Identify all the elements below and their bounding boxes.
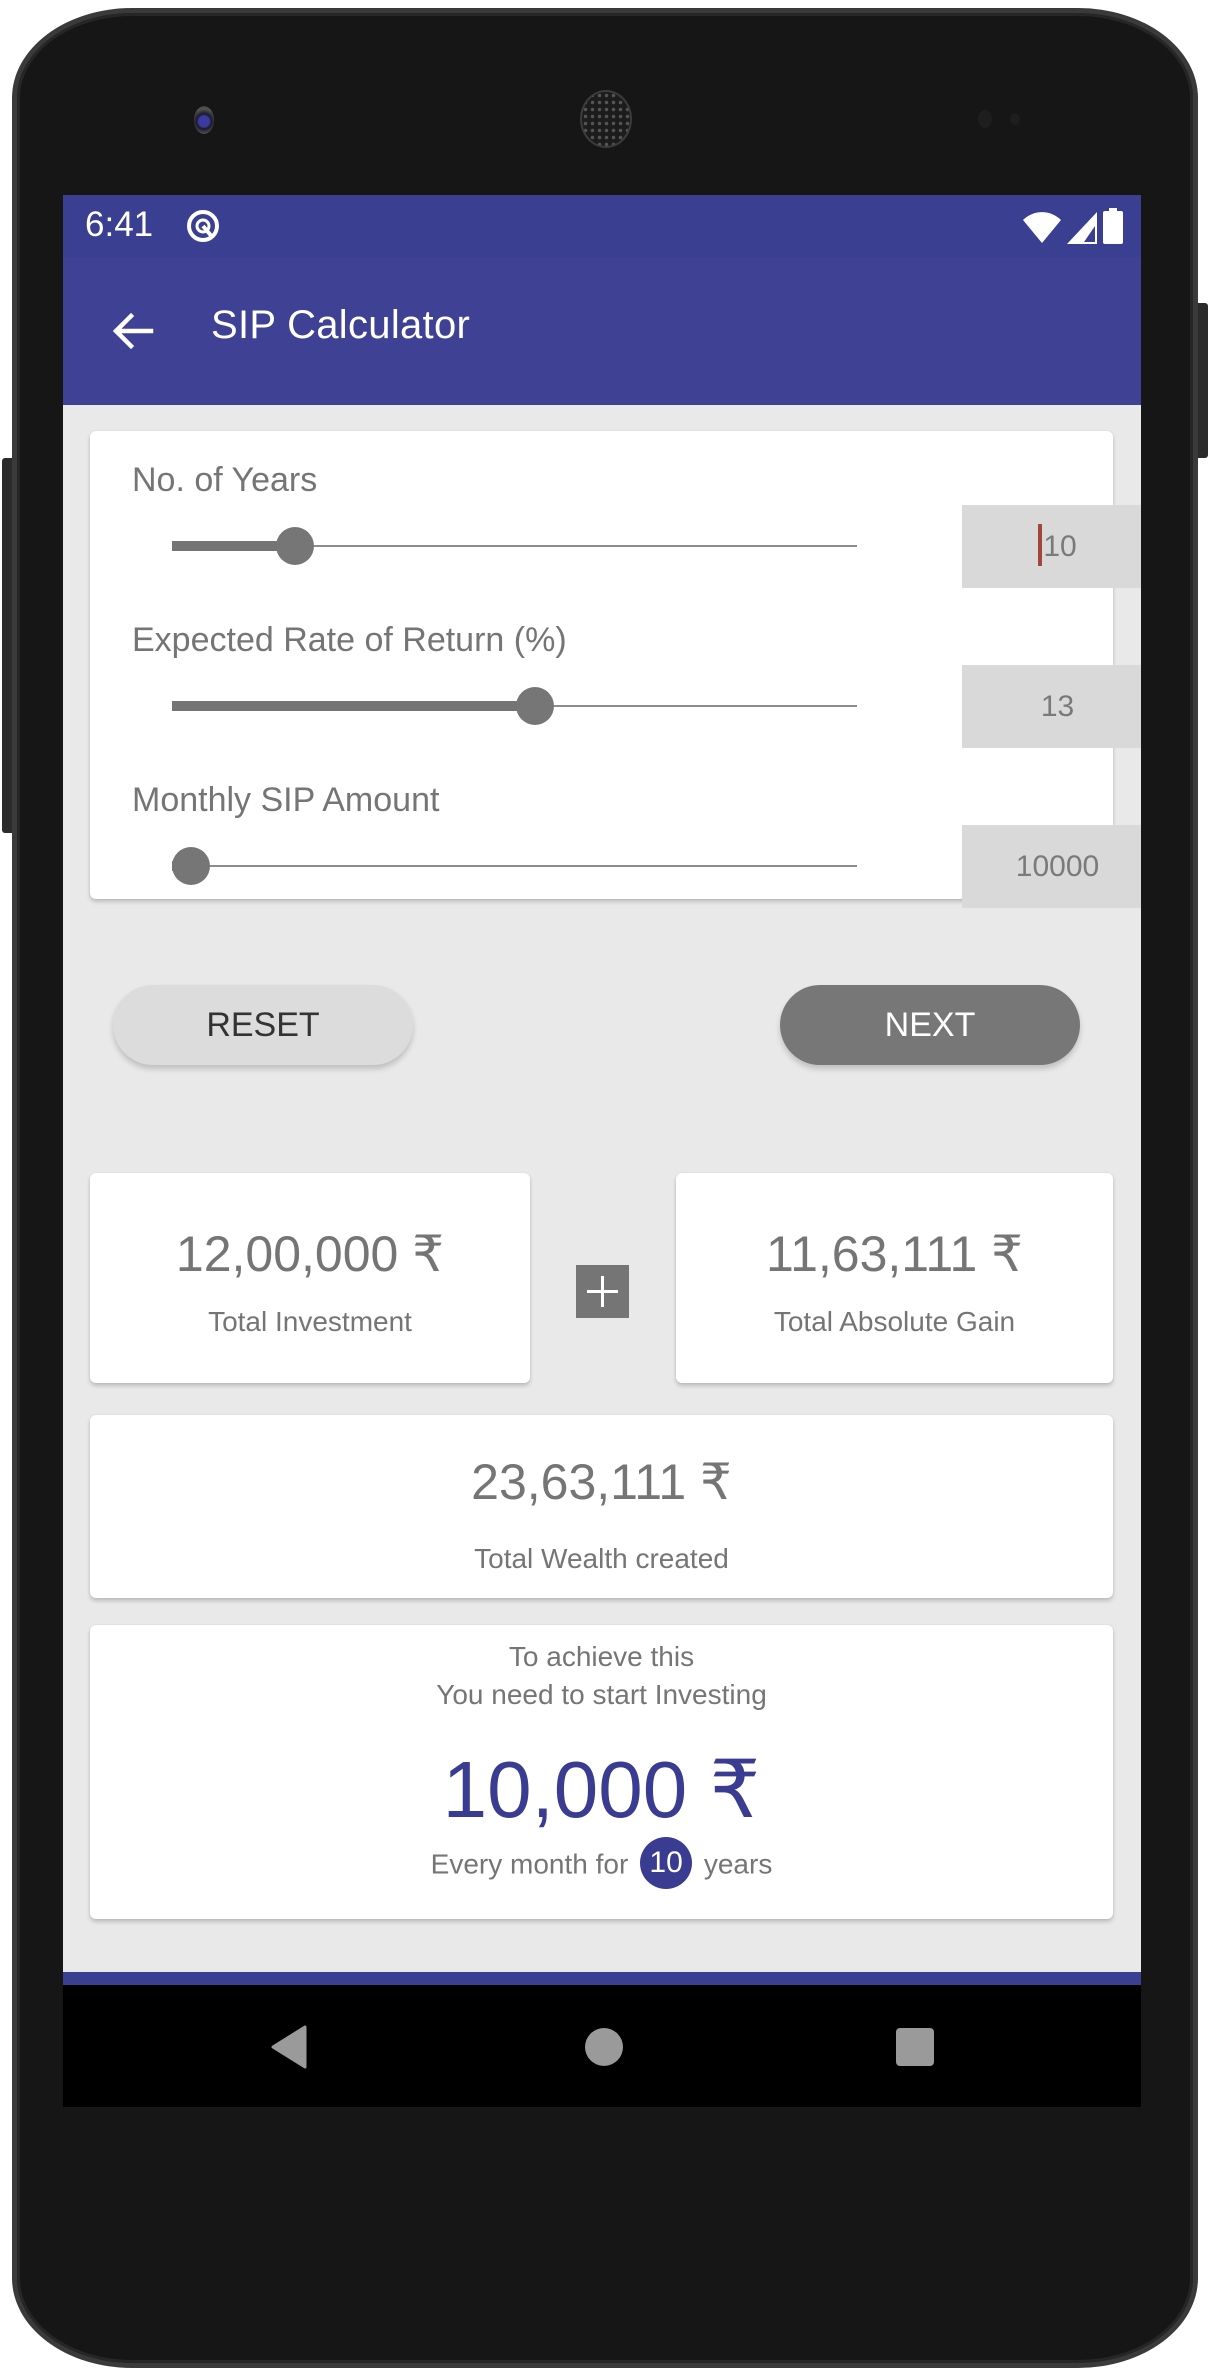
years-label: No. of Years [132, 461, 318, 499]
q-icon [187, 210, 219, 242]
total-wealth-label: Total Wealth created [474, 1543, 729, 1574]
duration-prefix: Every month for [430, 1848, 629, 1880]
total-gain-card: 11,63,111 ₹ Total Absolute Gain [676, 1173, 1113, 1383]
total-gain-label: Total Absolute Gain [773, 1306, 1016, 1337]
monthly-amount: 10,000 ₹ [442, 1745, 761, 1834]
status-bar: 6:41 [63, 195, 1141, 257]
target-card: To achieve this You need to start Invest… [90, 1625, 1113, 1919]
system-nav-bar [63, 1985, 1141, 2107]
status-time: 6:41 [85, 205, 154, 244]
back-triangle-icon[interactable] [267, 2025, 311, 2069]
total-investment-label: Total Investment [208, 1306, 412, 1337]
recents-square-icon[interactable] [893, 2025, 937, 2069]
duration-suffix: years [703, 1848, 773, 1880]
target-line-2: You need to start Investing [436, 1679, 767, 1710]
battery-icon [1103, 208, 1123, 244]
duration-line: Every month for 10 years [90, 1837, 1113, 1892]
reset-button[interactable]: RESET [113, 985, 413, 1065]
slider-thumb[interactable] [172, 847, 210, 885]
earpiece-speaker-icon [580, 90, 632, 148]
total-wealth-value: 23,63,111 ₹ [471, 1454, 732, 1510]
proximity-sensor-icon [978, 110, 992, 128]
amount-input[interactable]: 10000 [962, 825, 1141, 908]
total-investment-card: 12,00,000 ₹ Total Investment [90, 1173, 530, 1383]
total-wealth-card: 23,63,111 ₹ Total Wealth created [90, 1415, 1113, 1598]
years-input[interactable]: 10 [962, 505, 1141, 588]
slider-thumb[interactable] [516, 687, 555, 725]
screen: 6:41 SIP Calculator No. of Years 10 Expe… [63, 195, 1141, 2107]
bottom-accent-strip [63, 1972, 1141, 1985]
arrow-back-icon[interactable] [109, 307, 157, 355]
total-investment-value: 12,00,000 ₹ [175, 1226, 445, 1282]
amount-slider[interactable] [172, 846, 857, 886]
total-gain-value: 11,63,111 ₹ [765, 1226, 1023, 1282]
years-slider[interactable] [172, 526, 857, 566]
amount-label: Monthly SIP Amount [132, 781, 440, 819]
years-value: 10 [1043, 530, 1077, 563]
rate-input[interactable]: 13 [962, 665, 1141, 748]
rate-label: Expected Rate of Return (%) [132, 621, 567, 659]
target-line-1: To achieve this [508, 1641, 695, 1672]
app-bar: SIP Calculator [63, 257, 1141, 405]
text-caret [1038, 524, 1043, 567]
years-badge: 10 [640, 1837, 693, 1889]
page-title: SIP Calculator [211, 303, 471, 347]
front-camera-icon [194, 106, 214, 134]
home-circle-icon[interactable] [582, 2025, 626, 2069]
signal-icon [1067, 212, 1097, 244]
next-button[interactable]: NEXT [780, 985, 1080, 1065]
plus-icon [576, 1265, 629, 1318]
slider-thumb[interactable] [276, 527, 315, 565]
inputs-card: No. of Years 10 Expected Rate of Return … [90, 431, 1141, 908]
wifi-icon [1023, 212, 1061, 243]
slider-fill [172, 701, 536, 711]
light-sensor-icon [1010, 113, 1020, 125]
rate-slider[interactable] [172, 686, 857, 726]
slider-track [172, 865, 857, 867]
